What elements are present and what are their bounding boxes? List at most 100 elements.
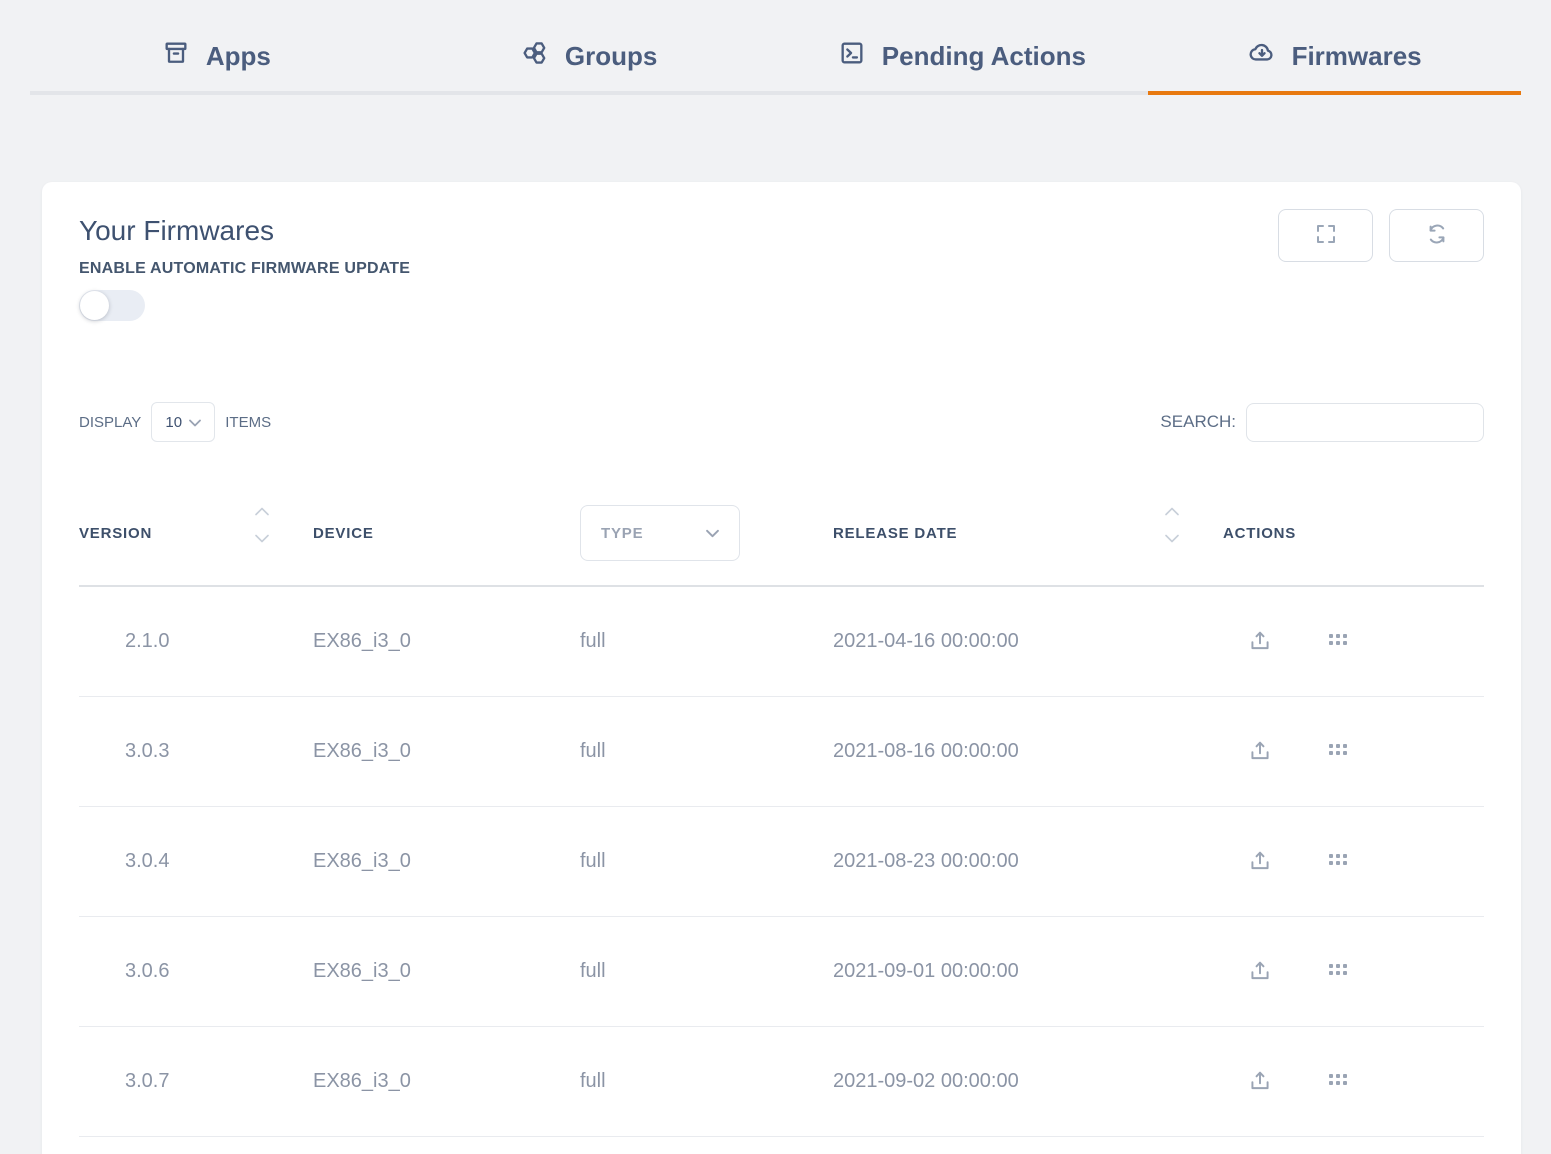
version-cell: 3.0.6 — [79, 960, 313, 983]
sort-down-icon[interactable] — [255, 530, 269, 547]
version-sort-control[interactable] — [255, 503, 269, 547]
search-group: SEARCH: — [1160, 403, 1484, 442]
sort-down-icon[interactable] — [1165, 530, 1179, 547]
actions-cell — [1223, 737, 1484, 766]
release-date-cell: 2021-09-02 00:00:00 — [833, 1070, 1223, 1093]
table-row: 3.0.6 EX86_i3_0 full 2021-09-01 00:00:00 — [79, 917, 1484, 1027]
grid-dots-icon — [1329, 744, 1349, 760]
version-header-label: VERSION — [79, 525, 152, 542]
actions-header-label: ACTIONS — [1223, 525, 1296, 542]
upload-icon — [1247, 737, 1273, 766]
column-header-device: DEVICE — [313, 525, 580, 542]
column-header-actions: ACTIONS — [1223, 525, 1484, 542]
release-date-header-label: RELEASE DATE — [833, 525, 957, 542]
table-row: 3.0.7 EX86_i3_0 full 2021-09-02 00:00:00 — [79, 1027, 1484, 1137]
firmwares-table: VERSION DEVICE TYPE — [79, 481, 1484, 1137]
page-size-group: DISPLAY 10 ITEMS — [79, 402, 271, 442]
grid-dots-icon — [1329, 964, 1349, 980]
page-size-value: 10 — [165, 414, 182, 431]
tab-pending-actions-label: Pending Actions — [882, 41, 1086, 72]
hexagon-cluster-icon — [521, 39, 549, 74]
auto-update-toggle[interactable] — [79, 290, 145, 321]
fullscreen-icon — [1314, 222, 1338, 249]
device-cell: EX86_i3_0 — [313, 850, 580, 873]
refresh-icon — [1425, 222, 1449, 249]
tab-apps-label: Apps — [206, 41, 271, 72]
release-date-sort-control[interactable] — [1165, 503, 1179, 547]
upload-button[interactable] — [1247, 1067, 1273, 1096]
type-cell: full — [580, 850, 833, 873]
table-controls: DISPLAY 10 ITEMS SEARCH: — [79, 402, 1484, 442]
tabs: Apps Groups Pending Actions Firmwares — [30, 0, 1521, 95]
more-actions-button[interactable] — [1329, 854, 1349, 870]
tab-groups-label: Groups — [565, 41, 657, 72]
upload-button[interactable] — [1247, 957, 1273, 986]
version-cell: 3.0.4 — [79, 850, 313, 873]
release-date-cell: 2021-09-01 00:00:00 — [833, 960, 1223, 983]
column-header-version[interactable]: VERSION — [79, 511, 313, 555]
device-header-label: DEVICE — [313, 525, 374, 542]
sort-up-icon[interactable] — [255, 503, 269, 520]
search-input[interactable] — [1246, 403, 1484, 442]
tab-apps[interactable]: Apps — [30, 39, 403, 95]
device-cell: EX86_i3_0 — [313, 740, 580, 763]
tab-pending-actions[interactable]: Pending Actions — [776, 39, 1149, 95]
table-row: 3.0.4 EX86_i3_0 full 2021-08-23 00:00:00 — [79, 807, 1484, 917]
table-header-row: VERSION DEVICE TYPE — [79, 481, 1484, 587]
more-actions-button[interactable] — [1329, 634, 1349, 650]
search-label: SEARCH: — [1160, 412, 1236, 432]
actions-cell — [1223, 847, 1484, 876]
page-size-select[interactable]: 10 — [151, 402, 215, 442]
type-filter-label: TYPE — [601, 525, 643, 542]
grid-dots-icon — [1329, 854, 1349, 870]
version-cell: 3.0.3 — [79, 740, 313, 763]
more-actions-button[interactable] — [1329, 1074, 1349, 1090]
sort-up-icon[interactable] — [1165, 503, 1179, 520]
upload-icon — [1247, 957, 1273, 986]
more-actions-button[interactable] — [1329, 964, 1349, 980]
items-label: ITEMS — [225, 414, 271, 431]
upload-button[interactable] — [1247, 847, 1273, 876]
release-date-cell: 2021-04-16 00:00:00 — [833, 630, 1223, 653]
version-cell: 2.1.0 — [79, 630, 313, 653]
chevron-down-icon — [189, 414, 201, 431]
tab-firmwares-label: Firmwares — [1292, 41, 1422, 72]
version-cell: 3.0.7 — [79, 1070, 313, 1093]
table-row: 2.1.0 EX86_i3_0 full 2021-04-16 00:00:00 — [79, 587, 1484, 697]
device-cell: EX86_i3_0 — [313, 630, 580, 653]
grid-dots-icon — [1329, 1074, 1349, 1090]
auto-update-label: ENABLE AUTOMATIC FIRMWARE UPDATE — [79, 260, 410, 278]
toggle-knob — [80, 291, 109, 320]
chevron-down-icon — [706, 525, 719, 542]
upload-button[interactable] — [1247, 737, 1273, 766]
upload-icon — [1247, 627, 1273, 656]
archive-box-icon — [162, 39, 190, 74]
actions-cell — [1223, 957, 1484, 986]
type-cell: full — [580, 630, 833, 653]
refresh-button[interactable] — [1389, 209, 1484, 262]
more-actions-button[interactable] — [1329, 744, 1349, 760]
fullscreen-button[interactable] — [1278, 209, 1373, 262]
upload-button[interactable] — [1247, 627, 1273, 656]
card-header: Your Firmwares ENABLE AUTOMATIC FIRMWARE… — [79, 214, 1484, 321]
tab-firmwares[interactable]: Firmwares — [1148, 39, 1521, 95]
type-cell: full — [580, 1070, 833, 1093]
upload-icon — [1247, 1067, 1273, 1096]
release-date-cell: 2021-08-16 00:00:00 — [833, 740, 1223, 763]
grid-dots-icon — [1329, 634, 1349, 650]
actions-cell — [1223, 1067, 1484, 1096]
type-filter-select[interactable]: TYPE — [580, 505, 740, 561]
actions-cell — [1223, 627, 1484, 656]
card-toolbar — [1278, 209, 1484, 262]
column-header-release-date[interactable]: RELEASE DATE — [833, 511, 1223, 555]
terminal-icon — [838, 39, 866, 74]
table-row: 3.0.3 EX86_i3_0 full 2021-08-16 00:00:00 — [79, 697, 1484, 807]
tab-bar: Apps Groups Pending Actions Firmwares — [0, 0, 1551, 95]
firmwares-card: Your Firmwares ENABLE AUTOMATIC FIRMWARE… — [42, 182, 1521, 1154]
device-cell: EX86_i3_0 — [313, 1070, 580, 1093]
page-title: Your Firmwares — [79, 214, 410, 248]
display-label: DISPLAY — [79, 414, 141, 431]
tab-groups[interactable]: Groups — [403, 39, 776, 95]
release-date-cell: 2021-08-23 00:00:00 — [833, 850, 1223, 873]
type-cell: full — [580, 960, 833, 983]
